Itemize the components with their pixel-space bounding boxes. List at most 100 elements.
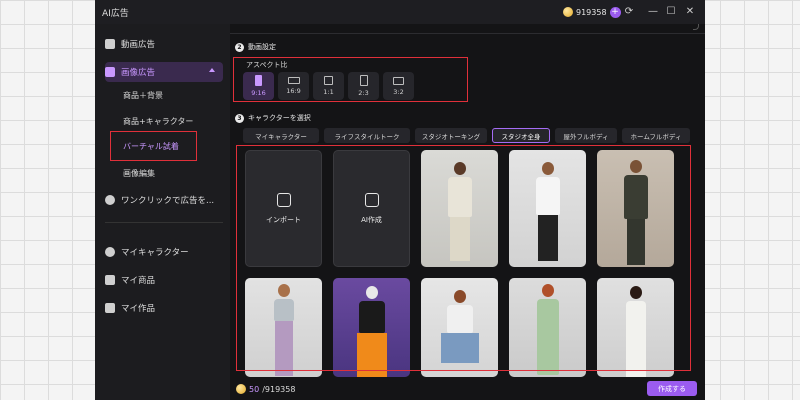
sub-item-product-character[interactable]: 商品+キャラクター [123, 116, 193, 127]
character-photo [509, 278, 586, 377]
image-icon [105, 67, 115, 77]
section-title-text: 動画設定 [248, 43, 276, 51]
square-ratio-icon [324, 76, 333, 85]
ai-create-card[interactable]: AI作成 [333, 150, 410, 267]
sidebar-item-my-character[interactable]: マイキャラクター [105, 242, 223, 262]
tab-home-full-body[interactable]: ホームフルボディ [622, 128, 690, 143]
character-card[interactable] [245, 278, 322, 377]
character-photo [333, 278, 410, 377]
sidebar-divider [105, 222, 223, 223]
section-title-text: キャラクターを選択 [248, 114, 311, 122]
usage-balance: 50 /919358 [236, 384, 295, 394]
credit-count: 919358 [576, 7, 607, 17]
scroll-edge [693, 24, 699, 30]
sidebar-item-one-click-ad[interactable]: ワンクリックで広告を... [105, 190, 223, 210]
app-window: AI広告 919358 + ⟳ — ☐ ✕ 動画広告 画像広告 商品＋背景 商品… [95, 0, 705, 400]
model-figure [625, 286, 646, 377]
coin-icon [563, 7, 573, 17]
model-figure [535, 162, 560, 261]
people-icon [105, 247, 115, 257]
character-photo [245, 278, 322, 377]
tab-lifestyle-talk[interactable]: ライフスタイルトーク [324, 128, 410, 143]
portrait-ratio-icon [359, 75, 368, 86]
character-select-title: 3 キャラクターを選択 [235, 113, 311, 123]
character-card[interactable] [421, 150, 498, 267]
coin-icon [236, 384, 246, 394]
model-figure [623, 160, 648, 265]
maximize-icon[interactable]: ☐ [665, 6, 677, 18]
model-figure [273, 284, 294, 376]
app-title: AI広告 [102, 9, 129, 19]
sub-item-virtual-try-on[interactable]: バーチャル試着 [123, 141, 179, 152]
aspect-ratio-label: アスペクト比 [246, 61, 288, 69]
character-card[interactable] [597, 150, 674, 267]
aspect-option-16-9[interactable]: 16:9 [278, 72, 309, 100]
tab-my-character[interactable]: マイキャラクター [243, 128, 319, 143]
refresh-icon[interactable]: ⟳ [623, 6, 635, 18]
title-bar: AI広告 919358 + ⟳ — ☐ ✕ [95, 0, 705, 24]
create-button[interactable]: 作成する [647, 381, 697, 396]
tab-studio-full-body[interactable]: スタジオ全身 [492, 128, 550, 143]
plus-circle-icon [105, 195, 115, 205]
character-card[interactable] [509, 150, 586, 267]
character-card[interactable] [597, 278, 674, 377]
character-photo [421, 150, 498, 267]
import-person-icon [276, 192, 291, 207]
character-photo [421, 278, 498, 377]
model-figure [356, 286, 387, 377]
sidebar-item-image-ad[interactable]: 画像広告 [105, 62, 223, 82]
sidebar-item-video-ad[interactable]: 動画広告 [105, 34, 223, 54]
character-card[interactable] [509, 278, 586, 377]
video-icon [105, 39, 115, 49]
sidebar-item-label: 動画広告 [121, 40, 156, 50]
bottom-bar: 50 /919358 作成する [230, 377, 705, 400]
character-card[interactable] [333, 278, 410, 377]
sidebar: 動画広告 画像広告 商品＋背景 商品+キャラクター バーチャル試着 画像編集 ワ… [95, 24, 230, 400]
model-figure [536, 284, 559, 375]
credit-balance: 919358 + [563, 5, 621, 19]
landscape-ratio-icon [287, 77, 300, 84]
sidebar-item-label: マイキャラクター [121, 248, 189, 258]
aspect-option-label: 16:9 [286, 87, 301, 95]
main-panel: 2 動画設定 アスペクト比 9:16 16:9 1:1 2:3 3:2 3 キャ… [230, 24, 705, 400]
previous-section-edge [230, 24, 705, 34]
sidebar-item-my-works[interactable]: マイ作品 [105, 298, 223, 318]
sidebar-item-label: 画像広告 [121, 68, 156, 78]
action-label: インポート [266, 215, 301, 224]
add-credits-button[interactable]: + [609, 6, 621, 18]
ai-create-icon [364, 192, 379, 207]
sidebar-item-my-product[interactable]: マイ商品 [105, 270, 223, 290]
import-card[interactable]: インポート [245, 150, 322, 267]
video-settings-title: 2 動画設定 [235, 42, 276, 52]
aspect-option-2-3[interactable]: 2:3 [348, 72, 379, 100]
model-figure [440, 290, 479, 363]
aspect-option-label: 1:1 [323, 88, 334, 96]
close-icon[interactable]: ✕ [684, 6, 696, 18]
box-plus-icon [105, 275, 115, 285]
used-credits: 50 [249, 384, 260, 394]
character-photo [597, 150, 674, 267]
aspect-option-3-2[interactable]: 3:2 [383, 72, 414, 100]
total-credits: /919358 [262, 384, 296, 394]
tab-outdoor-full-body[interactable]: 屋外フルボディ [555, 128, 617, 143]
aspect-option-label: 9:16 [251, 89, 266, 97]
portrait-ratio-icon [255, 75, 262, 86]
folder-icon [105, 303, 115, 313]
aspect-option-label: 3:2 [393, 87, 404, 96]
sub-item-image-edit[interactable]: 画像編集 [123, 168, 155, 179]
aspect-option-1-1[interactable]: 1:1 [313, 72, 344, 100]
character-card[interactable] [421, 278, 498, 377]
character-photo [597, 278, 674, 377]
tab-studio-talking[interactable]: スタジオトーキング [415, 128, 487, 143]
character-photo [509, 150, 586, 267]
landscape-ratio-icon [393, 76, 404, 85]
model-figure [447, 162, 472, 261]
minimize-icon[interactable]: — [647, 6, 659, 18]
aspect-option-9-16[interactable]: 9:16 [243, 72, 274, 100]
chevron-up-icon [209, 68, 215, 72]
sidebar-item-label: マイ商品 [121, 276, 156, 286]
sub-item-product-background[interactable]: 商品＋背景 [123, 90, 163, 101]
aspect-option-label: 2:3 [358, 89, 369, 97]
action-label: AI作成 [361, 215, 382, 224]
step-number: 2 [235, 42, 244, 52]
